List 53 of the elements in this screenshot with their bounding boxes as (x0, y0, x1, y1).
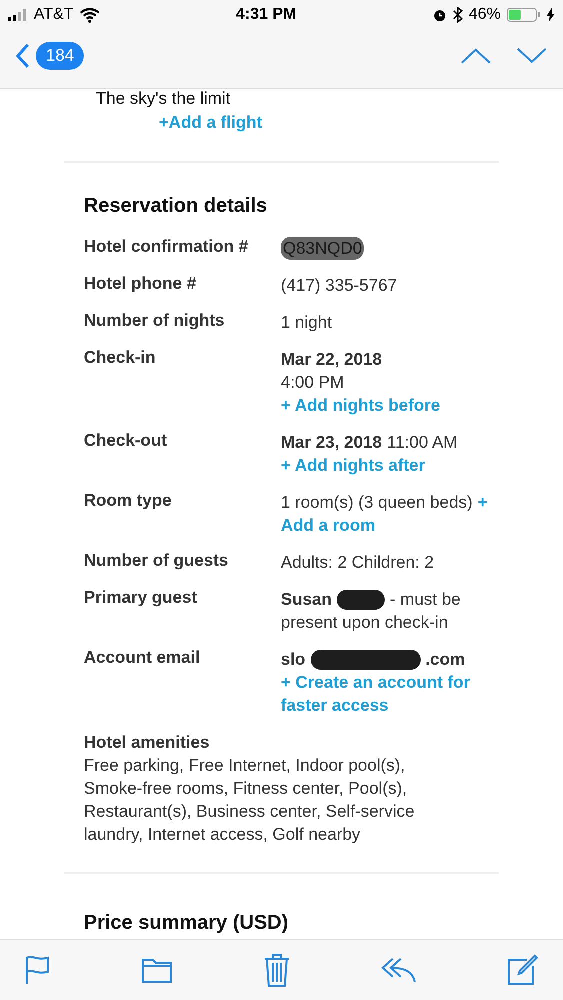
value-text: .com (426, 649, 466, 671)
add-link[interactable]: Add a room (281, 514, 376, 537)
trash-icon[interactable] (262, 953, 290, 987)
field-label: Number of nights (84, 311, 226, 332)
value-text: 4:00 PM (281, 372, 344, 394)
section-title: Price summary (USD) (84, 912, 290, 935)
value-text: Mar 23, 2018 (281, 432, 382, 454)
battery-icon (506, 8, 541, 22)
value-text: Adults: 2 Children: 2 (281, 552, 434, 574)
bluetooth-icon (452, 7, 463, 23)
add-link[interactable]: faster access (281, 694, 389, 717)
add-link[interactable]: + Create an account for (281, 671, 470, 694)
message-count-badge[interactable]: 184 (36, 42, 84, 70)
value-text: 11:00 AM (387, 432, 458, 454)
value-text: 1 room(s) (3 queen beds) (281, 492, 473, 514)
amenities-title: Hotel amenities (84, 732, 211, 754)
clock-text: 4:31 PM (236, 6, 297, 24)
value-text: present upon check-in (281, 612, 448, 634)
field-label: Hotel phone # (84, 274, 198, 295)
add-link[interactable]: + (478, 491, 488, 514)
scribbled-value: Q83NQD0 (281, 237, 364, 260)
back-icon[interactable] (16, 43, 30, 69)
charging-icon (546, 8, 555, 22)
flag-icon[interactable] (24, 955, 52, 985)
field-label: Check-in (84, 348, 157, 369)
amenities-text: Free parking, Free Internet, Indoor pool(s), Smoke-free rooms, Fitness center, Pool(s), Restaurant(s), Business center, Self-service laundry, Internet access, Golf nearby (84, 756, 415, 844)
add-link[interactable]: + Add nights after (281, 454, 426, 477)
battery-text: 46% (468, 6, 501, 24)
tagline-text: The sky's the limit (96, 89, 232, 109)
value-text: 1 night (281, 312, 332, 334)
compose-icon[interactable] (507, 954, 539, 986)
field-label: Hotel confirmation # (84, 237, 250, 258)
value-text: Mar 22, 2018 (281, 349, 382, 371)
add-link[interactable]: + Add nights before (281, 394, 440, 417)
field-label: Account email (84, 648, 202, 669)
field-label: Check-out (84, 431, 168, 452)
carrier-text: AT&T (34, 6, 74, 24)
value-text: slo (281, 649, 306, 671)
wifi-icon (80, 8, 100, 22)
redaction-mark (337, 590, 386, 610)
field-label: Number of guests (84, 551, 230, 572)
signal-icon (8, 9, 28, 21)
field-label: Primary guest (84, 588, 198, 609)
up-chevron-icon[interactable] (461, 48, 491, 64)
alarm-icon (432, 8, 447, 22)
field-label: Room type (84, 491, 173, 512)
value-text: Susan (281, 589, 332, 611)
value-text: - must be (390, 589, 461, 611)
folder-icon[interactable] (142, 957, 172, 983)
down-chevron-icon[interactable] (517, 48, 547, 64)
add-flight-link[interactable]: +Add a flight (159, 113, 262, 132)
section-title: Reservation details (84, 195, 268, 218)
value-text: (417) 335-5767 (281, 275, 398, 297)
